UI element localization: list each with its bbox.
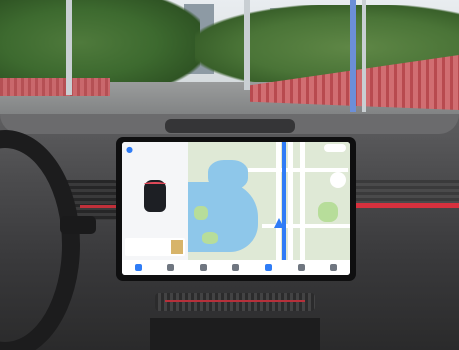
map-park	[202, 232, 218, 244]
apps-icon[interactable]	[167, 264, 175, 271]
center-air-vent	[155, 293, 315, 311]
screen-display: ●	[122, 142, 350, 275]
navigation-map[interactable]	[188, 142, 350, 260]
taskbar	[122, 260, 350, 275]
map-park	[194, 206, 208, 220]
map-park	[318, 202, 338, 222]
status-chip[interactable]	[324, 144, 346, 152]
blue-pole	[350, 0, 356, 112]
right-air-vent	[356, 180, 459, 205]
fence-left	[0, 78, 110, 96]
car-interior-photo: ●	[0, 0, 459, 350]
street-pole	[244, 0, 250, 90]
street-pole	[362, 0, 366, 112]
location-pin-icon[interactable]: ●	[126, 145, 133, 154]
map-road	[276, 142, 281, 260]
vehicle-panel: ●	[122, 142, 188, 260]
right-accent-strip	[356, 203, 459, 208]
map-icon[interactable]	[265, 264, 273, 271]
speed-indicator	[330, 172, 346, 188]
map-water	[208, 160, 248, 190]
center-accent-strip	[165, 300, 305, 302]
center-console	[150, 318, 320, 350]
settings-icon[interactable]	[297, 264, 305, 271]
map-road	[248, 168, 348, 172]
media-icon[interactable]	[199, 264, 207, 271]
infotainment-screen[interactable]: ●	[116, 137, 356, 281]
map-road	[288, 142, 293, 260]
left-accent-strip	[80, 205, 120, 208]
car-light-arc	[144, 182, 166, 186]
windshield-sensor	[165, 119, 295, 133]
media-card[interactable]	[125, 238, 185, 256]
map-road	[300, 142, 305, 260]
home-icon[interactable]	[134, 264, 142, 271]
steering-stalk	[60, 216, 96, 234]
street-pole	[66, 0, 72, 95]
navigation-arrow-icon	[274, 218, 284, 228]
route-line	[282, 142, 286, 260]
volume-icon[interactable]	[330, 264, 338, 271]
media-thumbnail	[171, 240, 183, 254]
phone-icon[interactable]	[232, 264, 240, 271]
